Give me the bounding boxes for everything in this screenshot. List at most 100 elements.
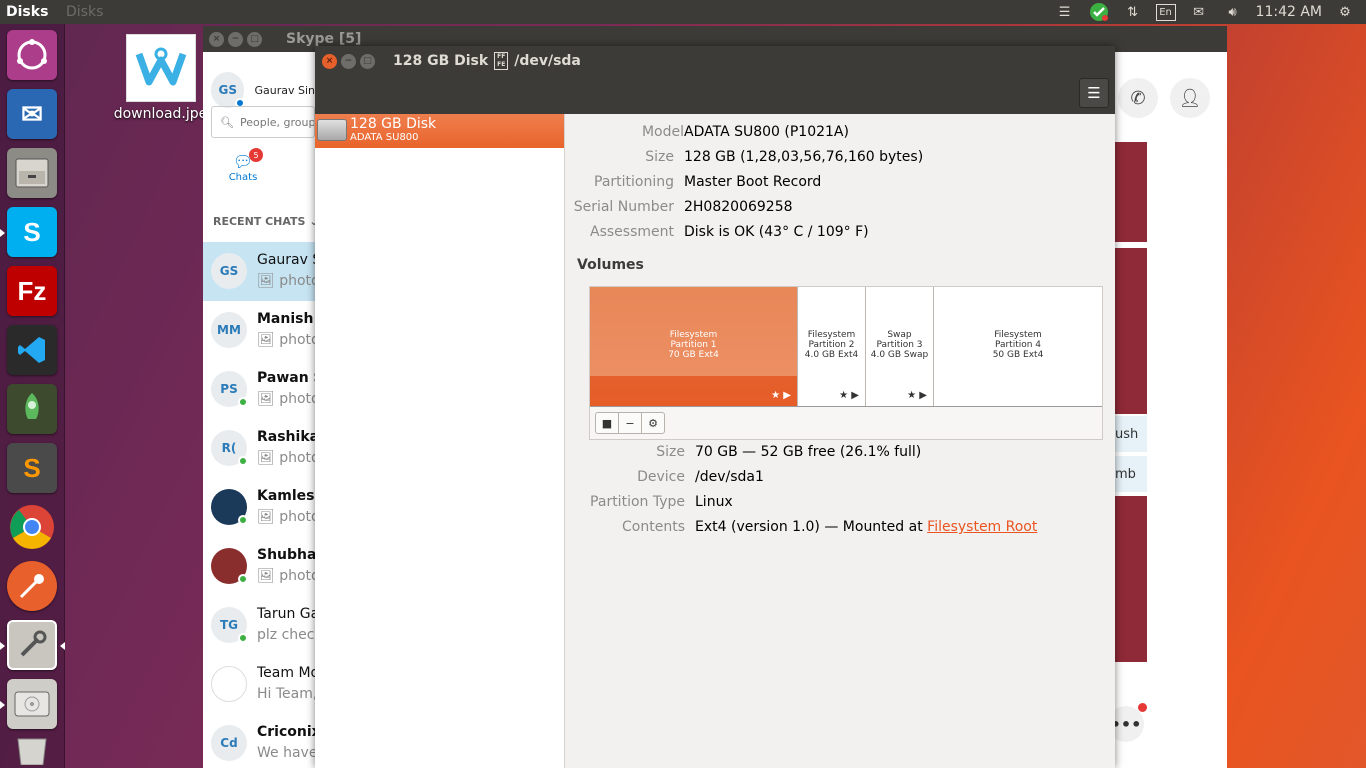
active-app-title: Disks	[6, 4, 49, 20]
clock[interactable]: 11:42 AM	[1256, 4, 1322, 20]
chat-row[interactable]: GS Gaurav S 🖼︎ photo	[203, 242, 321, 301]
maximize-icon[interactable]: □	[360, 53, 375, 69]
partition-type: Filesystem	[807, 330, 856, 340]
skype-icon[interactable]: S	[7, 207, 57, 257]
tab-chats[interactable]: 💬︎ 5 Chats	[225, 148, 263, 183]
chat-row[interactable]: Shubhar 🖼︎ photo	[203, 537, 323, 596]
filesystem-root-link[interactable]: Filesystem Root	[927, 519, 1037, 535]
photo-icon: 🖼︎	[257, 509, 280, 525]
maximize-icon[interactable]: □	[247, 31, 262, 47]
files-icon[interactable]	[7, 148, 57, 198]
prop-value: 70 GB — 52 GB free (26.1% full)	[695, 444, 922, 460]
chat-row[interactable]: PS Pawan S 🖼︎ photo	[203, 360, 324, 419]
partition-name: Partition 4	[994, 340, 1042, 350]
sublime-text-icon[interactable]: S	[7, 443, 57, 493]
disks-icon[interactable]	[7, 679, 57, 729]
prop-value: ADATA SU800 (P1021A)	[684, 124, 849, 140]
prop-size-key-wrap: Size	[565, 149, 674, 167]
filezilla-icon[interactable]: Fz	[7, 266, 57, 316]
chat-row[interactable]: R( Rashika 🖼︎ photo	[203, 419, 320, 478]
prop-serial-key-wrap: Serial Number	[565, 199, 674, 217]
prop-value: Disk is OK (43° C / 109° F)	[684, 224, 869, 240]
partition-type: Filesystem	[669, 330, 718, 340]
profile-avatar[interactable]: GS	[211, 72, 246, 108]
media-thumbnail[interactable]	[1115, 142, 1147, 242]
partition-4[interactable]: Filesystem Partition 4 50 GB Ext4	[934, 287, 1102, 406]
launcher: ✉ S Fz S	[0, 24, 65, 768]
prop-key: Partitioning	[594, 174, 674, 190]
chat-row[interactable]: TG Tarun Ga plz check	[203, 596, 323, 655]
chat-preview-text: We have	[257, 745, 318, 761]
call-icon[interactable]: ✆	[1118, 78, 1158, 118]
chat-preview-text: photo	[279, 450, 320, 466]
minimize-icon[interactable]: −	[341, 53, 356, 69]
photo-icon: 🖼︎	[257, 568, 280, 584]
presence-icon	[238, 456, 248, 466]
settings-gear-icon[interactable]: ⚙	[1334, 2, 1356, 22]
partition-2[interactable]: Filesystem Partition 2 4.0 GB Ext4 ★ ▶	[798, 287, 866, 406]
chat-preview-text: photo	[279, 273, 320, 289]
system-settings-icon[interactable]	[7, 620, 57, 670]
chat-name: Pawan S	[257, 370, 324, 386]
network-icon[interactable]: ⇅	[1122, 2, 1144, 22]
chat-row[interactable]: Team Mo Hi Team,	[203, 655, 319, 714]
partition-label: Filesystem Partition 1 70 GB Ext4	[590, 330, 797, 360]
vol-contents-key-wrap: Contents	[565, 519, 685, 537]
drive-list-item[interactable]: 128 GB Disk ADATA SU800	[315, 114, 564, 148]
search-icon: 🔍︎	[220, 115, 234, 129]
partition-type: Filesystem	[994, 330, 1042, 340]
mounted-star-icon: ★ ▶	[839, 390, 859, 401]
partition-1[interactable]: Filesystem Partition 1 70 GB Ext4 ★ ▶	[590, 287, 798, 406]
prop-key: Size	[656, 444, 685, 460]
avatar-initials: GS	[219, 264, 239, 278]
dash-home-icon[interactable]	[7, 30, 57, 80]
chat-name: Tarun Ga	[257, 606, 320, 622]
prop-key: Model	[641, 124, 684, 140]
chat-row[interactable]: Cd Criconix We have	[203, 714, 321, 768]
chrome-icon[interactable]	[7, 502, 57, 552]
partition-label: Swap Partition 3 4.0 GB Swap	[866, 330, 933, 360]
partition-3[interactable]: Swap Partition 3 4.0 GB Swap ★ ▶	[866, 287, 934, 406]
media-thumbnail[interactable]	[1115, 248, 1147, 414]
chat-row[interactable]: MM Manish 🖼︎ photo	[203, 301, 320, 360]
thunderbird-icon[interactable]: ✉	[7, 89, 57, 139]
mail-icon[interactable]: ✉	[1188, 2, 1210, 22]
recent-chats-header[interactable]: RECENT CHATS ⌄	[213, 215, 319, 228]
prop-value: Master Boot Record	[684, 174, 822, 190]
hamburger-menu-icon[interactable]: ☰	[1079, 78, 1109, 108]
postman-icon[interactable]	[7, 561, 57, 611]
list-icon[interactable]: ☰	[1054, 2, 1076, 22]
partition-settings-gear-icon[interactable]: ⚙	[641, 412, 665, 434]
close-icon[interactable]: ×	[322, 53, 337, 69]
chat-name: Shubhar	[257, 547, 324, 563]
partition-size: 4.0 GB Swap	[870, 350, 929, 360]
chat-preview-text: photo	[279, 391, 320, 407]
volume-toolbar: ■ − ⚙	[595, 412, 665, 434]
vscode-icon[interactable]	[7, 325, 57, 375]
search-placeholder: People, group	[239, 115, 315, 129]
chat-bubble-icon: 💬︎ 5	[225, 148, 263, 172]
partition-name: Partition 2	[808, 340, 855, 350]
contents-text: Ext4 (version 1.0) — Mounted at	[695, 519, 928, 535]
delete-partition-icon[interactable]: −	[618, 412, 642, 434]
volume-icon[interactable]: 🔊︎	[1222, 2, 1244, 22]
media-thumbnail[interactable]	[1115, 496, 1147, 662]
chat-row[interactable]: Kamlesh 🖼︎ photo	[203, 478, 324, 537]
search-input[interactable]: 🔍︎ People, group	[211, 106, 315, 138]
update-check-icon[interactable]	[1088, 2, 1110, 22]
chat-preview: 🖼︎ photo	[257, 450, 320, 466]
call-actions: ✆ 👤︎	[1118, 78, 1210, 118]
notification-dot	[1138, 703, 1147, 712]
unmount-stop-icon[interactable]: ■	[595, 412, 619, 434]
desktop-file-icon[interactable]: download.jpe	[113, 34, 208, 122]
close-icon[interactable]: ×	[209, 31, 224, 47]
rocket-app-icon[interactable]	[7, 384, 57, 434]
keyboard-language-indicator[interactable]: En	[1155, 3, 1176, 21]
prop-value: Linux	[695, 494, 733, 510]
hard-drive-icon	[317, 119, 347, 141]
avatar	[211, 548, 248, 584]
trash-icon[interactable]	[7, 736, 57, 766]
add-person-icon[interactable]: 👤︎	[1170, 78, 1210, 118]
vol-type-key-wrap: Partition Type	[565, 494, 685, 512]
minimize-icon[interactable]: −	[228, 31, 243, 47]
